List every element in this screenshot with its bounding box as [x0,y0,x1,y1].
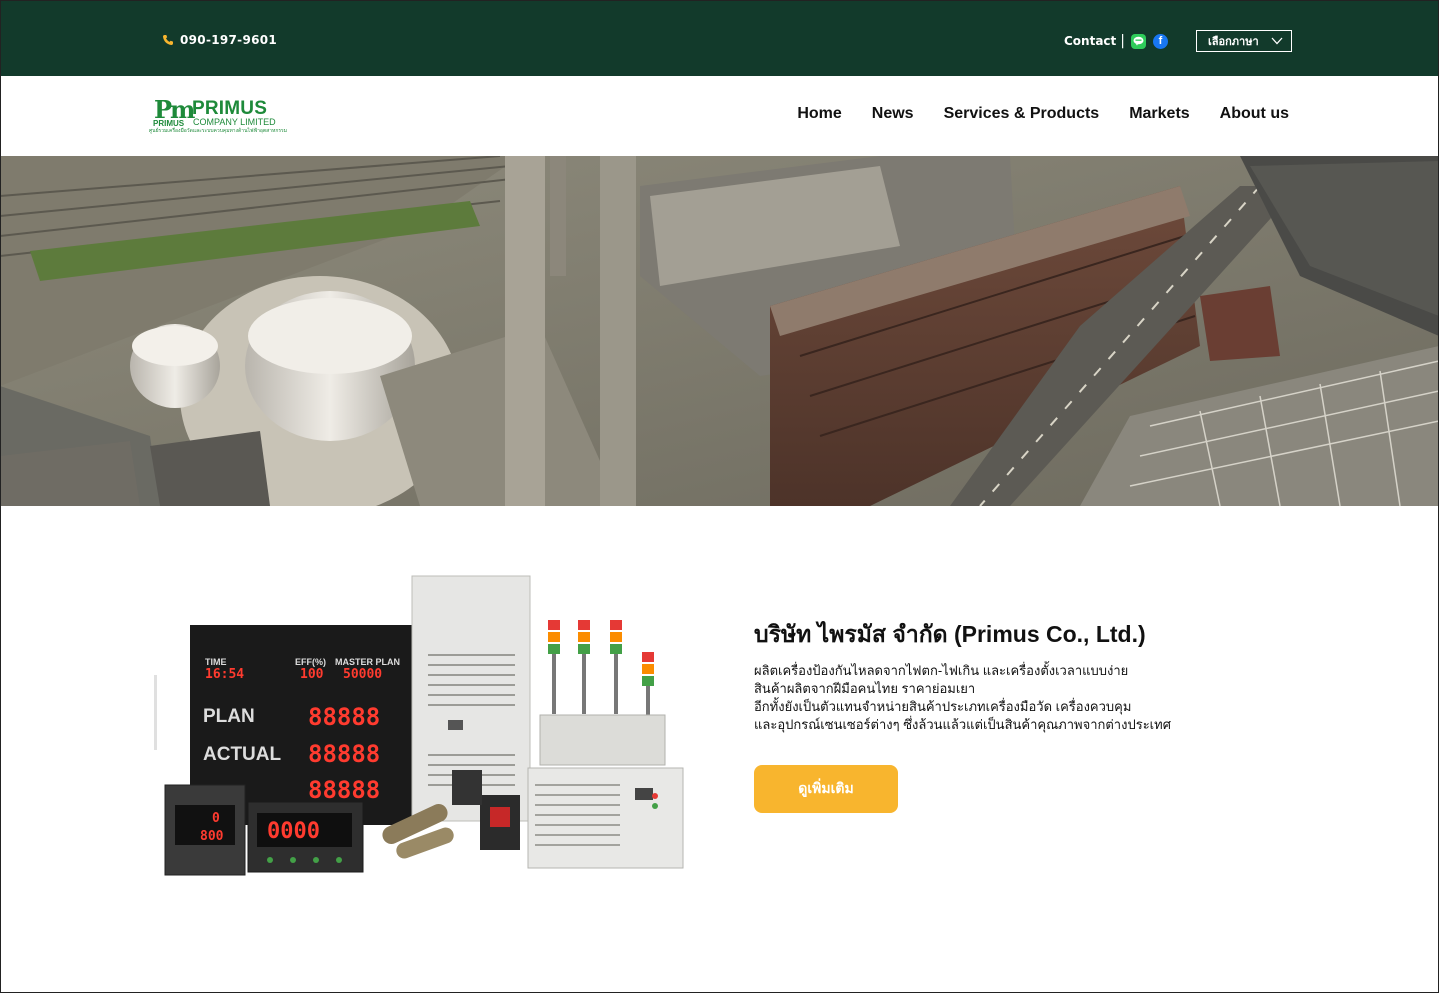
svg-text:88888: 88888 [308,776,380,804]
description-line: ผลิตเครื่องป้องกันไหลดจากไฟตก-ไฟเกิน และ… [754,663,1129,678]
company-title: บริษัท ไพรมัส จำกัด (Primus Co., Ltd.) [754,621,1146,647]
read-more-button[interactable]: ดูเพิ่มเติม [754,765,898,813]
nav-news[interactable]: News [872,105,914,123]
svg-text:0: 0 [212,811,220,826]
svg-text:MASTER PLAN: MASTER PLAN [335,657,400,667]
svg-text:EFF(%): EFF(%) [295,657,326,667]
top-bar: 090-197-9601 Contact | f เลือกภาษา [0,0,1439,76]
svg-text:TIME: TIME [205,657,227,667]
svg-text:16:54: 16:54 [205,667,244,682]
contact-group: Contact | f [1064,33,1175,49]
facebook-icon[interactable]: f [1153,33,1168,49]
company-logo[interactable]: Pm PRIMUS PRIMUS COMPANY LIMITED ศูนย์รว… [149,95,287,137]
line-icon[interactable] [1131,33,1146,49]
svg-text:50000: 50000 [343,667,382,682]
contact-separator: | [1120,33,1125,49]
chevron-down-icon [1271,37,1283,45]
nav-markets[interactable]: Markets [1129,105,1189,123]
svg-text:0000: 0000 [267,819,320,844]
main-nav: Home News Services & Products Markets Ab… [797,105,1289,123]
phone-link[interactable]: 090-197-9601 [162,33,277,47]
contact-link[interactable]: Contact [1064,34,1116,48]
description-line: อีกทั้งยังเป็นตัวแทนจำหน่ายสินค้าประเภทเ… [754,699,1132,714]
svg-text:100: 100 [300,667,324,682]
description-line: สินค้าผลิตจากฝีมือคนไทย ราคาย่อมเยา [754,681,976,696]
svg-text:800: 800 [200,829,224,844]
nav-home[interactable]: Home [797,105,841,123]
nav-about-us[interactable]: About us [1220,105,1289,123]
svg-text:ACTUAL: ACTUAL [203,744,281,765]
company-description: ผลิตเครื่องป้องกันไหลดจากไฟตก-ไฟเกิน และ… [754,662,1254,734]
description-line: และอุปกรณ์เซนเซอร์ต่างๆ ซึ่งล้วนแล้วแต่เ… [754,717,1171,732]
logo-company: COMPANY LIMITED [193,117,276,127]
language-label: เลือกภาษา [1208,35,1259,48]
logo-tagline: ศูนย์รวมเครื่องมือวัดและระบบควบคุมทางด้า… [149,128,288,134]
phone-icon [163,35,173,45]
nav-services-products[interactable]: Services & Products [944,105,1100,123]
phone-number: 090-197-9601 [180,33,278,47]
svg-text:PLAN: PLAN [203,706,255,727]
svg-text:88888: 88888 [308,703,380,731]
svg-text:88888: 88888 [308,740,380,768]
language-selector[interactable]: เลือกภาษา [1196,30,1292,52]
hero-image [0,156,1439,506]
products-image: TIME 16:54 EFF(%) 100 MASTER PLAN 50000 … [150,570,690,880]
